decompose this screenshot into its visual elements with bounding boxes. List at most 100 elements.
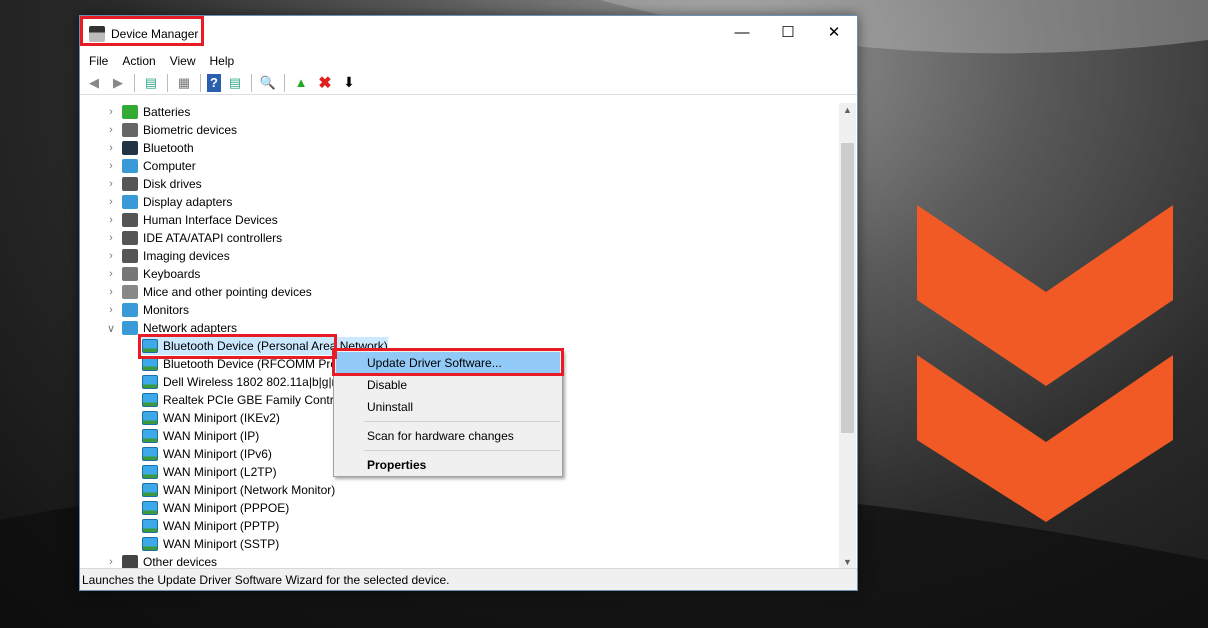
tree-category[interactable]: › Keyboards (109, 265, 201, 283)
tree-category[interactable]: › Computer (109, 157, 196, 175)
minimize-icon[interactable]: — (719, 16, 765, 48)
device-label: WAN Miniport (SSTP) (163, 537, 280, 551)
chevron-right-icon[interactable]: › (106, 214, 116, 226)
tree-device[interactable]: WAN Miniport (L2TP) (142, 463, 277, 481)
category-label: Biometric devices (143, 123, 238, 137)
menu-file[interactable]: File (82, 54, 115, 68)
category-label: IDE ATA/ATAPI controllers (143, 231, 283, 245)
device-category-icon (122, 303, 138, 317)
close-icon[interactable]: ✕ (811, 16, 857, 48)
update-driver-icon[interactable]: ▲ (291, 74, 311, 92)
category-label: Computer (143, 159, 196, 173)
menu-help[interactable]: Help (203, 54, 242, 68)
network-adapter-icon (142, 411, 158, 425)
device-category-icon (122, 249, 138, 263)
tree-category[interactable]: › Imaging devices (109, 247, 230, 265)
chevron-right-icon[interactable]: › (106, 232, 116, 244)
network-adapter-icon (142, 519, 158, 533)
brand-chevron-top (917, 205, 1173, 386)
tree-category[interactable]: › Other devices (109, 553, 218, 569)
tree-category[interactable]: › IDE ATA/ATAPI controllers (109, 229, 283, 247)
action-pane-icon[interactable]: ▤ (225, 74, 245, 92)
chevron-right-icon[interactable]: › (106, 250, 116, 262)
device-label: WAN Miniport (PPTP) (163, 519, 280, 533)
tree-category[interactable]: › Human Interface Devices (109, 211, 278, 229)
chevron-right-icon[interactable]: › (106, 286, 116, 298)
tree-device[interactable]: Realtek PCIe GBE Family Controller (142, 391, 356, 409)
category-label: Imaging devices (143, 249, 230, 263)
device-category-icon (122, 141, 138, 155)
scrollbar-thumb[interactable] (841, 143, 854, 433)
highlight-box-title (80, 16, 204, 46)
device-label: WAN Miniport (L2TP) (163, 465, 277, 479)
tree-category[interactable]: › Monitors (109, 301, 190, 319)
category-label: Keyboards (143, 267, 201, 281)
category-label: Batteries (143, 105, 191, 119)
device-manager-window: Device Manager — ☐ ✕ File Action View He… (79, 15, 858, 591)
forward-icon[interactable]: ▶ (108, 74, 128, 92)
uninstall-icon[interactable]: ✖ (315, 74, 335, 92)
network-adapter-icon (142, 501, 158, 515)
menu-action[interactable]: Action (115, 54, 162, 68)
chevron-right-icon[interactable]: › (106, 178, 116, 190)
back-icon[interactable]: ◀ (84, 74, 104, 92)
tree-device[interactable]: WAN Miniport (IP) (142, 427, 259, 445)
tree-device[interactable]: WAN Miniport (PPPOE) (142, 499, 289, 517)
category-label: Other devices (143, 555, 218, 569)
device-label: Realtek PCIe GBE Family Controller (163, 393, 357, 407)
tree-category[interactable]: › Biometric devices (109, 121, 238, 139)
tree-device[interactable]: WAN Miniport (Network Monitor) (142, 481, 335, 499)
tree-device[interactable]: WAN Miniport (IPv6) (142, 445, 272, 463)
tree-category[interactable]: › Disk drives (109, 175, 202, 193)
tree-category[interactable]: › Display adapters (109, 193, 233, 211)
chevron-right-icon[interactable]: › (106, 304, 116, 316)
scan-hardware-icon[interactable]: 🔍 (258, 74, 278, 92)
unknown-device-icon (122, 555, 138, 569)
chevron-right-icon[interactable]: › (106, 556, 116, 568)
highlight-box-device (138, 334, 337, 359)
maximize-icon[interactable]: ☐ (765, 16, 811, 48)
disable-icon[interactable]: ⬇ (339, 74, 359, 92)
category-label: Monitors (143, 303, 190, 317)
chevron-right-icon[interactable]: › (106, 196, 116, 208)
chevron-right-icon[interactable]: › (106, 124, 116, 136)
chevron-right-icon[interactable]: › (106, 160, 116, 172)
network-adapter-icon (142, 537, 158, 551)
device-label: WAN Miniport (IP) (163, 429, 260, 443)
tree-device[interactable]: WAN Miniport (PPTP) (142, 517, 279, 535)
network-adapter-icon (142, 357, 158, 371)
menu-view[interactable]: View (163, 54, 203, 68)
device-label: WAN Miniport (IKEv2) (163, 411, 280, 425)
device-category-icon (122, 123, 138, 137)
vertical-scrollbar[interactable]: ▲ ▼ (839, 103, 856, 569)
device-label: WAN Miniport (PPPOE) (163, 501, 290, 515)
tree-category[interactable]: › Bluetooth (109, 139, 194, 157)
help-icon[interactable]: ? (207, 73, 221, 92)
highlight-box-update (332, 348, 564, 376)
menu-uninstall[interactable]: Uninstall (336, 396, 560, 418)
chevron-right-icon[interactable]: › (106, 142, 116, 154)
category-label: Disk drives (143, 177, 202, 191)
scroll-down-icon[interactable]: ▼ (839, 557, 856, 567)
device-category-icon (122, 213, 138, 227)
device-category-icon (122, 321, 138, 335)
menu-properties[interactable]: Properties (336, 454, 560, 476)
scroll-up-icon[interactable]: ▲ (839, 105, 856, 115)
device-category-icon (122, 285, 138, 299)
tree-device[interactable]: WAN Miniport (IKEv2) (142, 409, 280, 427)
device-category-icon (122, 177, 138, 191)
chevron-right-icon[interactable]: › (106, 106, 116, 118)
device-category-icon (122, 231, 138, 245)
tree-category[interactable]: › Mice and other pointing devices (109, 283, 312, 301)
menu-disable[interactable]: Disable (336, 374, 560, 396)
properties-icon[interactable]: ▦ (174, 74, 194, 92)
show-hide-console-tree-icon[interactable]: ▤ (141, 74, 161, 92)
tree-category[interactable]: › Batteries (109, 103, 191, 121)
chevron-right-icon[interactable]: › (106, 268, 116, 280)
category-label: Display adapters (143, 195, 233, 209)
device-label: WAN Miniport (IPv6) (163, 447, 272, 461)
menu-scan-hardware[interactable]: Scan for hardware changes (336, 425, 560, 447)
tree-device[interactable]: WAN Miniport (SSTP) (142, 535, 279, 553)
device-label: WAN Miniport (Network Monitor) (163, 483, 336, 497)
chevron-down-icon[interactable]: ∨ (106, 322, 116, 335)
